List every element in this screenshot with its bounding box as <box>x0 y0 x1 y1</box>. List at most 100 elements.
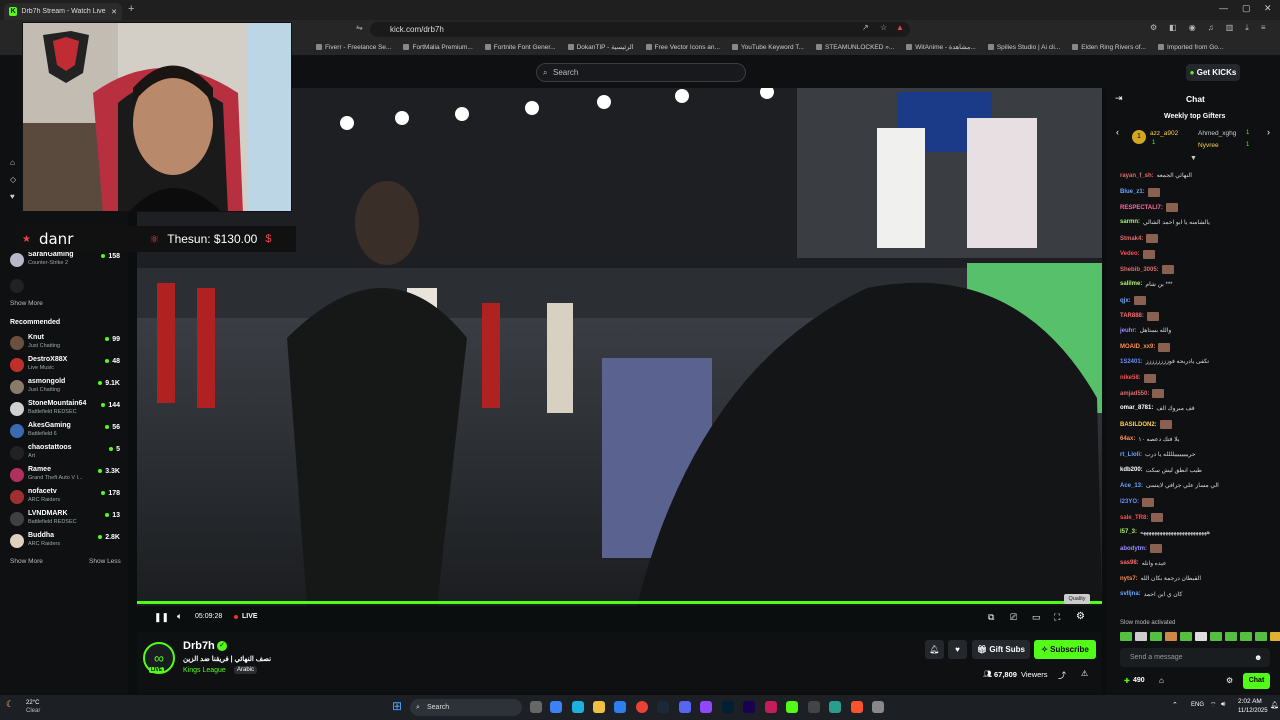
discord-icon[interactable] <box>679 701 691 713</box>
chat-username[interactable]: jeuhr: <box>1120 328 1137 334</box>
share-icon[interactable]: ⤴ <box>1058 670 1066 681</box>
bookmark-item[interactable]: YouTube Keyword T... <box>731 44 804 51</box>
language-tag[interactable]: Arabic <box>234 666 258 674</box>
new-tab-icon[interactable]: + <box>128 3 134 15</box>
download-icon[interactable]: ⤓ <box>1245 23 1249 33</box>
chat-input[interactable]: Send a message <box>1120 648 1270 667</box>
sidebar-channel-nofacetv[interactable]: nofacetv ARC Raiders 178 <box>10 488 122 508</box>
chat-username[interactable]: qjx: <box>1120 298 1131 304</box>
chat-username[interactable]: svlljna: <box>1120 591 1141 597</box>
bookmark-star-icon[interactable]: ☆ <box>880 23 887 32</box>
bookmark-item[interactable]: Fortnite Font Gener... <box>484 44 556 51</box>
miniplayer-icon[interactable]: ⧉ <box>988 612 994 623</box>
chat-username[interactable]: MOAID_xx9: <box>1120 344 1155 350</box>
emote-icon[interactable] <box>1195 632 1207 641</box>
outlook-icon[interactable] <box>614 701 626 713</box>
gifter-name[interactable]: Ahmed_xghg <box>1198 130 1236 137</box>
emote-icon[interactable] <box>1150 632 1162 641</box>
sidebar-channel-ramee[interactable]: Ramee Grand Theft Auto V I... 3.3K <box>10 466 122 486</box>
extensions-icon[interactable]: ⚙ <box>1150 23 1157 33</box>
chat-username[interactable]: TAR888: <box>1120 313 1144 319</box>
search-input[interactable]: ⌕ Search <box>536 63 746 82</box>
sidebar-channel-knut[interactable]: Knut Just Chatting 99 <box>10 334 122 354</box>
chat-username[interactable]: nyts7: <box>1120 576 1138 582</box>
chat-username[interactable]: 1S2401: <box>1120 359 1143 365</box>
chat-username[interactable]: Vedeo: <box>1120 251 1140 257</box>
get-kicks-button[interactable]: ● Get KICKs <box>1186 64 1240 81</box>
chat-username[interactable]: sale_TR8: <box>1120 515 1148 521</box>
menu-icon[interactable]: ≡ <box>1261 23 1266 33</box>
bookmark-item[interactable]: WitAnime - مشاهدة... <box>906 43 976 51</box>
network-icon[interactable]: ⌔ <box>1210 701 1217 710</box>
collapse-chat-icon[interactable]: ⇥ <box>1115 93 1123 104</box>
site-info-icon[interactable]: ⇋ <box>356 23 363 32</box>
chat-username[interactable]: Ace_13: <box>1120 483 1143 489</box>
chrome-icon[interactable] <box>636 701 648 713</box>
browse-icon[interactable]: ◇ <box>10 175 18 184</box>
music-icon[interactable]: ♫ <box>1208 23 1214 33</box>
bookmark-item[interactable]: Fiverr - Freelance Se... <box>316 44 391 51</box>
fullscreen-icon[interactable]: ⛶ <box>1054 612 1060 623</box>
brave-shield-icon[interactable]: ▲ <box>896 23 904 32</box>
sidebar-channel-destrox88x[interactable]: DestroX88X Live Music 48 <box>10 356 122 376</box>
home-icon[interactable]: ⌂ <box>10 158 18 167</box>
emote-icon[interactable] <box>1165 632 1177 641</box>
emote-icon[interactable] <box>1120 632 1132 641</box>
show-less-button[interactable]: Show Less <box>89 558 121 565</box>
profile-icon[interactable]: ◉ <box>1189 23 1196 33</box>
photoshop-icon[interactable] <box>722 701 734 713</box>
notifications-icon[interactable]: 🔔︎ <box>1270 701 1279 709</box>
bookmark-item[interactable]: FortMalia Premium... <box>403 44 473 51</box>
chat-username[interactable]: salilme: <box>1120 281 1142 287</box>
theater-mode-icon[interactable]: ▭ <box>1032 612 1041 623</box>
follow-button[interactable]: ♥ <box>948 640 967 659</box>
tray-overflow-icon[interactable]: ⌃ <box>1172 701 1178 709</box>
chat-username[interactable]: sarmn: <box>1120 219 1140 225</box>
notifications-button[interactable]: 🔔︎ <box>925 640 944 659</box>
emote-icon[interactable] <box>1135 632 1147 641</box>
sidebar-channel-lvndmark[interactable]: LVNDMARK Battlefield REDSEC 13 <box>10 510 122 530</box>
file-explorer-icon[interactable] <box>593 701 605 713</box>
weather-temp[interactable]: 22°C <box>26 700 39 706</box>
volume-icon[interactable]: 🔈︎ <box>177 611 182 622</box>
bookmark-item[interactable]: Free Vector Icons an... <box>645 44 720 51</box>
bookmark-item[interactable]: DokanTIP - الرئيسية <box>567 43 634 51</box>
chat-username[interactable]: l23YO: <box>1120 499 1139 505</box>
sidebar-channel-buddha[interactable]: Buddha ARC Raiders 2.8K <box>10 532 122 552</box>
share-icon[interactable]: ↗ <box>862 23 869 32</box>
show-more-following-button[interactable]: Show More <box>10 300 43 307</box>
emote-icon[interactable] <box>1225 632 1237 641</box>
copilot-icon[interactable] <box>550 701 562 713</box>
chat-username[interactable]: Blue_z1: <box>1120 189 1145 195</box>
chat-username[interactable]: RESPECTALI7: <box>1120 205 1163 211</box>
chat-username[interactable]: Shebib_3005: <box>1120 267 1159 273</box>
playback-progress-bar[interactable] <box>137 601 1102 604</box>
gifter-name[interactable]: Nyvree <box>1198 142 1219 149</box>
browser-tab[interactable]: K Drb7h Stream - Watch Live o ✕ <box>4 3 122 20</box>
task-view-icon[interactable] <box>530 701 542 713</box>
emote-icon[interactable] <box>1210 632 1222 641</box>
taskbar-search[interactable]: ⌕ Search <box>410 699 522 716</box>
maximize-icon[interactable]: ▢ <box>1242 3 1251 14</box>
language-indicator[interactable]: ENG <box>1191 702 1204 708</box>
sidebar-channel-asmongold[interactable]: asmongold Just Chatting 9.1K <box>10 378 122 398</box>
bookmark-item[interactable]: Imported from Go... <box>1157 44 1223 51</box>
steam-icon[interactable] <box>657 701 669 713</box>
app-icon[interactable] <box>829 701 841 713</box>
emote-icon[interactable] <box>1255 632 1267 641</box>
close-tab-icon[interactable]: ✕ <box>111 8 117 16</box>
emoji-picker-icon[interactable]: ☻ <box>1254 653 1262 662</box>
bookmark-item[interactable]: STEAMUNLOCKED »... <box>815 44 894 51</box>
show-more-recommended-button[interactable]: Show More <box>10 558 43 565</box>
emote-icon[interactable] <box>1270 632 1280 641</box>
sidebar-channel-sarahgaming[interactable]: SarahGaming Counter-Strike 2 158 <box>10 251 122 271</box>
chat-username[interactable]: kdb200: <box>1120 467 1143 473</box>
gifters-prev-icon[interactable]: ‹ <box>1116 127 1119 137</box>
minimize-icon[interactable]: — <box>1219 3 1228 13</box>
kick-app-icon[interactable] <box>786 701 798 713</box>
sidebar-channel-chaostattoos[interactable]: chaostattoos Art 5 <box>10 444 122 464</box>
clip-icon[interactable]: ⎚ <box>1010 612 1017 623</box>
settings-icon[interactable]: ⚙ <box>1076 611 1085 622</box>
report-icon[interactable]: ⚠ <box>1081 669 1088 678</box>
pause-icon[interactable]: ❚❚ <box>154 612 169 623</box>
